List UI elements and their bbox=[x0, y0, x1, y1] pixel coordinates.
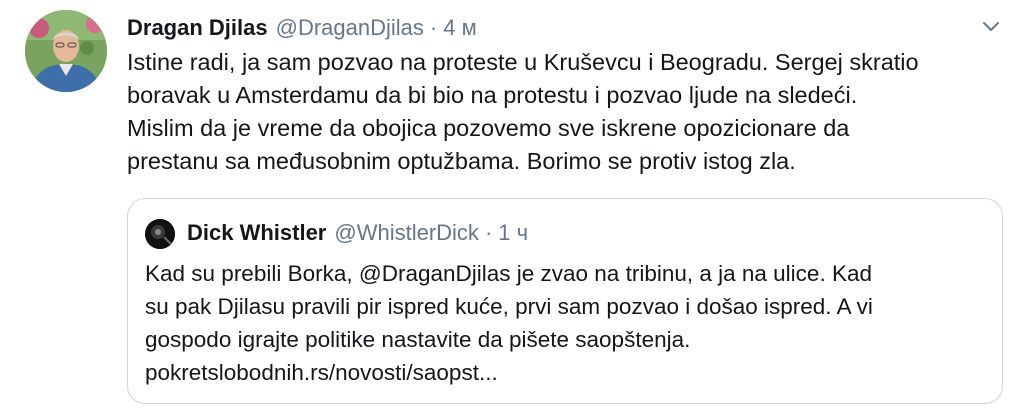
tweet-text-line: boravak u Amsterdamu da bi bio na protes… bbox=[127, 82, 858, 108]
chevron-down-icon bbox=[983, 22, 999, 31]
author-avatar-image bbox=[25, 10, 107, 92]
quoted-author-avatar-image bbox=[145, 219, 175, 249]
quoted-tweet-text: Kad su prebili Borka, @DraganDjilas je z… bbox=[145, 257, 985, 389]
quoted-tweet-timestamp: 1 ч bbox=[498, 220, 529, 245]
tweet-text-line: prestanu sa međusobnim optužbama. Borimo… bbox=[127, 148, 796, 174]
tweet-header: Dragan Djilas @DraganDjilas · 4 м bbox=[127, 12, 477, 44]
quoted-tweet-text-line: gospodo igrajte politike nastavite da pi… bbox=[145, 327, 691, 352]
tweet-timestamp[interactable]: 4 м bbox=[443, 15, 476, 41]
quoted-author-handle: @WhistlerDick bbox=[334, 220, 479, 245]
separator-dot: · bbox=[429, 15, 438, 40]
quoted-tweet-link: pokretslobodnih.rs/novosti/saopst... bbox=[145, 360, 498, 385]
author-avatar[interactable] bbox=[25, 10, 107, 92]
tweet-text: Istine radi, ja sam pozvao na proteste u… bbox=[127, 46, 997, 178]
quoted-tweet-header: Dick Whistler @WhistlerDick · 1 ч bbox=[187, 217, 528, 249]
tweet-text-line: Mislim da je vreme da obojica pozovemo s… bbox=[127, 115, 850, 141]
author-name[interactable]: Dragan Djilas bbox=[127, 15, 268, 41]
separator-dot: · bbox=[484, 220, 493, 245]
tweet[interactable]: Dragan Djilas @DraganDjilas · 4 м Istine… bbox=[0, 0, 1024, 416]
quoted-tweet-text-line: Kad su prebili Borka, @DraganDjilas je z… bbox=[145, 261, 872, 286]
quoted-author-name: Dick Whistler bbox=[187, 220, 327, 245]
quoted-author-avatar bbox=[145, 219, 175, 249]
tweet-text-line: Istine radi, ja sam pozvao na proteste u… bbox=[127, 49, 919, 75]
tweet-menu-button[interactable] bbox=[978, 14, 1004, 40]
quoted-tweet[interactable]: Dick Whistler @WhistlerDick · 1 ч Kad su… bbox=[127, 198, 1003, 404]
quoted-tweet-text-line: su pak Djilasu pravili pir ispred kuće, … bbox=[145, 294, 873, 319]
author-handle[interactable]: @DraganDjilas bbox=[276, 15, 424, 41]
